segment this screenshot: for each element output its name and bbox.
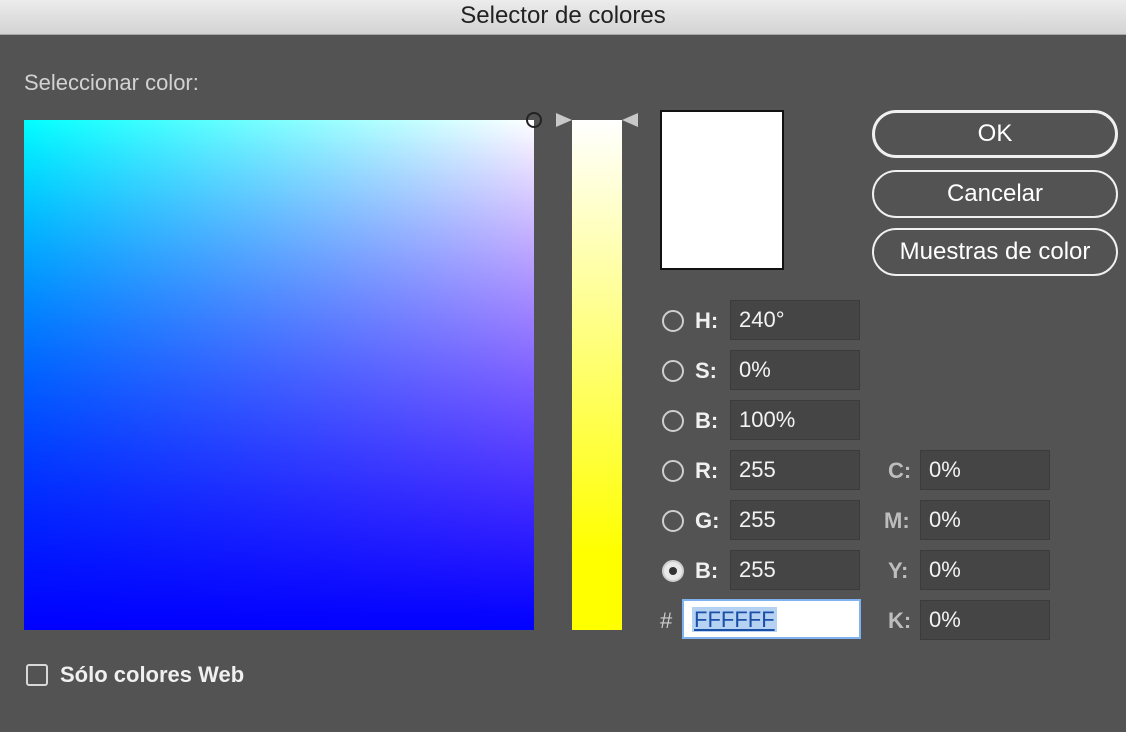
- hex-value: FFFFFF: [692, 607, 777, 632]
- slider-handle-right-icon[interactable]: [622, 113, 638, 127]
- green-input[interactable]: 255: [730, 500, 860, 540]
- color-field-gradient: [24, 120, 534, 630]
- red-label: R:: [695, 458, 719, 483]
- color-field-marker[interactable]: [526, 112, 542, 128]
- yellow-input[interactable]: 0%: [920, 550, 1050, 590]
- select-color-label: Seleccionar color:: [24, 70, 199, 95]
- brightness-label: B:: [695, 408, 719, 433]
- red-radio[interactable]: [662, 460, 684, 482]
- yellow-label: Y:: [888, 558, 909, 583]
- saturation-radio[interactable]: [662, 360, 684, 382]
- hue-label: H:: [695, 308, 719, 333]
- magenta-label: M:: [884, 508, 910, 533]
- brightness-input[interactable]: 100%: [730, 400, 860, 440]
- blue-label: B:: [695, 558, 719, 583]
- black-input[interactable]: 0%: [920, 600, 1050, 640]
- red-input[interactable]: 255: [730, 450, 860, 490]
- hex-input[interactable]: FFFFFF: [682, 599, 861, 639]
- cyan-label: C:: [888, 458, 912, 483]
- hue-input[interactable]: 240°: [730, 300, 860, 340]
- slider-handle-left-icon[interactable]: [556, 113, 572, 127]
- blue-input[interactable]: 255: [730, 550, 860, 590]
- green-label: G:: [695, 508, 720, 533]
- web-colors-only-checkbox[interactable]: [26, 664, 48, 686]
- window-title: Selector de colores: [460, 2, 666, 29]
- hex-prefix: #: [660, 608, 673, 633]
- cyan-input[interactable]: 0%: [920, 450, 1050, 490]
- color-preview: [660, 110, 784, 270]
- cancel-button[interactable]: Cancelar: [872, 170, 1118, 218]
- magenta-input[interactable]: 0%: [920, 500, 1050, 540]
- window-title-bar: Selector de colores: [0, 0, 1126, 35]
- hue-radio[interactable]: [662, 310, 684, 332]
- color-slider[interactable]: [572, 120, 622, 630]
- brightness-radio[interactable]: [662, 410, 684, 432]
- ok-button[interactable]: OK: [872, 110, 1118, 158]
- saturation-input[interactable]: 0%: [730, 350, 860, 390]
- saturation-label: S:: [695, 358, 717, 383]
- web-colors-only-label[interactable]: Sólo colores Web: [60, 662, 244, 688]
- color-field[interactable]: [24, 112, 542, 630]
- blue-radio[interactable]: [662, 560, 684, 582]
- black-label: K:: [888, 608, 912, 633]
- green-radio[interactable]: [662, 510, 684, 532]
- color-swatches-button[interactable]: Muestras de color: [872, 228, 1118, 276]
